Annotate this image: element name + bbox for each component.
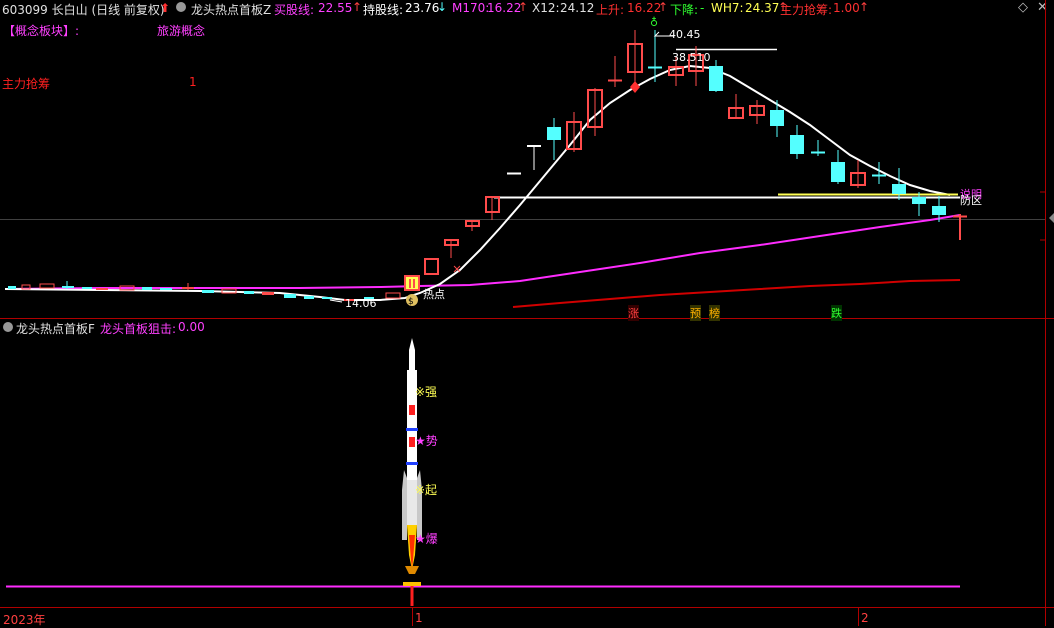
rank-marker: 榜	[709, 305, 720, 321]
forecast-marker: 预	[690, 305, 701, 321]
time-axis-year: 2023年	[3, 613, 46, 627]
sub-panel-value: 0.00	[178, 320, 205, 334]
rocket-label-trend: ★势	[415, 434, 438, 448]
kline-chart[interactable]: ♁ $	[0, 0, 1054, 626]
ma-magenta-line	[4, 214, 961, 290]
ma-red-line	[512, 279, 961, 308]
peak-marker-icon: ♁	[650, 16, 658, 29]
sub-panel-title: 龙头热点首板F	[16, 322, 95, 336]
fall-marker: 跌	[831, 305, 842, 321]
rocket-label-strong: ※强	[415, 385, 438, 399]
low-price-label: 14.06	[345, 297, 377, 310]
falling-candles	[728, 94, 967, 240]
high-price-label: 40.45	[669, 28, 701, 41]
rocket-label-burst: ★爆	[415, 532, 438, 546]
sub-panel-value-label: 龙头首板狙击:	[100, 322, 177, 336]
ma-white-line	[4, 64, 951, 301]
time-axis-month-2: 2	[861, 611, 869, 625]
rocket-label-start: ※起	[415, 483, 438, 497]
rocket-icon	[402, 338, 422, 606]
svg-text:$: $	[408, 297, 414, 307]
current-price-label: 38.510	[672, 51, 711, 64]
right-tag-2: 防区	[960, 194, 982, 207]
time-axis-month-1: 1	[415, 611, 423, 625]
rise-marker: 涨	[628, 305, 639, 321]
small-candles	[8, 281, 401, 301]
scroll-marker-icon	[1049, 213, 1054, 223]
sub-panel-dropdown-icon[interactable]	[3, 322, 13, 332]
hot-spot-label: 热点	[423, 288, 445, 301]
